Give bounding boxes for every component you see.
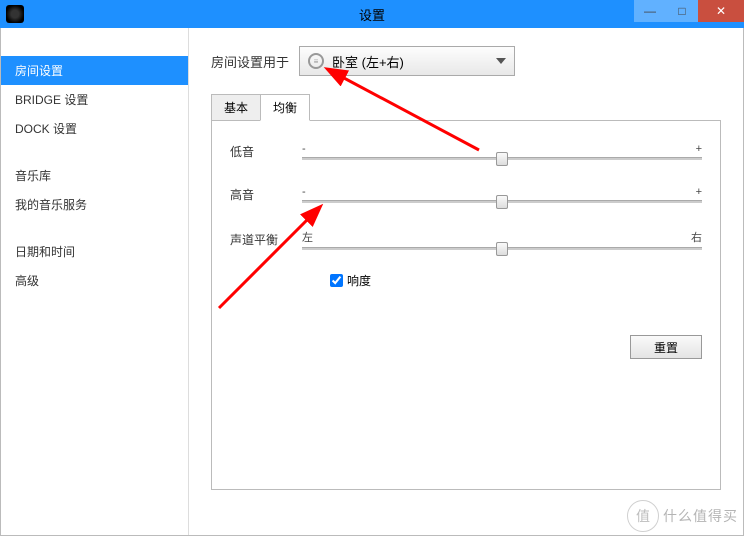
balance-thumb[interactable] [496,242,508,256]
sidebar: 房间设置 BRIDGE 设置 DOCK 设置 音乐库 我的音乐服务 日期和时间 … [1,28,189,535]
maximize-button[interactable]: □ [666,0,698,22]
sidebar-item-music-library[interactable]: 音乐库 [1,161,188,190]
treble-row: 高音 - + [230,186,702,203]
tab-panel-eq: 低音 - + 高音 - + [211,120,721,490]
treble-min-label: - [302,186,306,198]
treble-label: 高音 [230,186,302,203]
balance-slider[interactable] [302,247,702,250]
sidebar-item-date-time[interactable]: 日期和时间 [1,237,188,266]
treble-thumb[interactable] [496,195,508,209]
titlebar: 设置 — □ ✕ [0,0,744,28]
sidebar-item-my-music-services[interactable]: 我的音乐服务 [1,190,188,219]
window-title: 设置 [359,5,385,24]
loudness-label: 响度 [347,272,371,289]
sidebar-item-room-settings[interactable]: 房间设置 [1,56,188,85]
balance-row: 声道平衡 左 右 [230,229,702,250]
window-buttons: — □ ✕ [634,0,744,22]
bass-slider[interactable] [302,157,702,160]
client-area: 房间设置 BRIDGE 设置 DOCK 设置 音乐库 我的音乐服务 日期和时间 … [0,28,744,536]
reset-button[interactable]: 重置 [630,335,702,359]
bass-thumb[interactable] [496,152,508,166]
watermark: 值 什么值得买 [627,500,738,532]
balance-left-label: 左 [302,229,313,245]
loudness-row: 响度 [330,272,702,289]
sidebar-item-bridge-settings[interactable]: BRIDGE 设置 [1,85,188,114]
balance-label: 声道平衡 [230,231,302,248]
apply-label: 房间设置用于 [211,52,289,71]
bass-row: 低音 - + [230,143,702,160]
app-icon [6,5,24,23]
tab-eq[interactable]: 均衡 [260,94,310,121]
dropdown-value: 卧室 (左+右) [332,52,496,71]
tab-basic[interactable]: 基本 [211,94,261,121]
bass-label: 低音 [230,143,302,160]
chevron-down-icon [496,58,506,64]
main-panel: 房间设置用于 ≡ 卧室 (左+右) 基本 均衡 低音 - + [189,28,743,535]
close-button[interactable]: ✕ [698,0,744,22]
watermark-text: 什么值得买 [663,506,738,526]
watermark-icon: 值 [627,500,659,532]
apply-row: 房间设置用于 ≡ 卧室 (左+右) [211,46,721,76]
bass-min-label: - [302,143,306,155]
tabs: 基本 均衡 [211,94,721,121]
room-dropdown[interactable]: ≡ 卧室 (左+右) [299,46,515,76]
treble-max-label: + [696,186,702,198]
loudness-checkbox[interactable] [330,274,343,287]
bass-max-label: + [696,143,702,155]
treble-slider[interactable] [302,200,702,203]
sidebar-item-dock-settings[interactable]: DOCK 设置 [1,114,188,143]
sidebar-item-advanced[interactable]: 高级 [1,266,188,295]
speaker-icon: ≡ [308,53,324,69]
minimize-button[interactable]: — [634,0,666,22]
balance-right-label: 右 [691,229,702,245]
